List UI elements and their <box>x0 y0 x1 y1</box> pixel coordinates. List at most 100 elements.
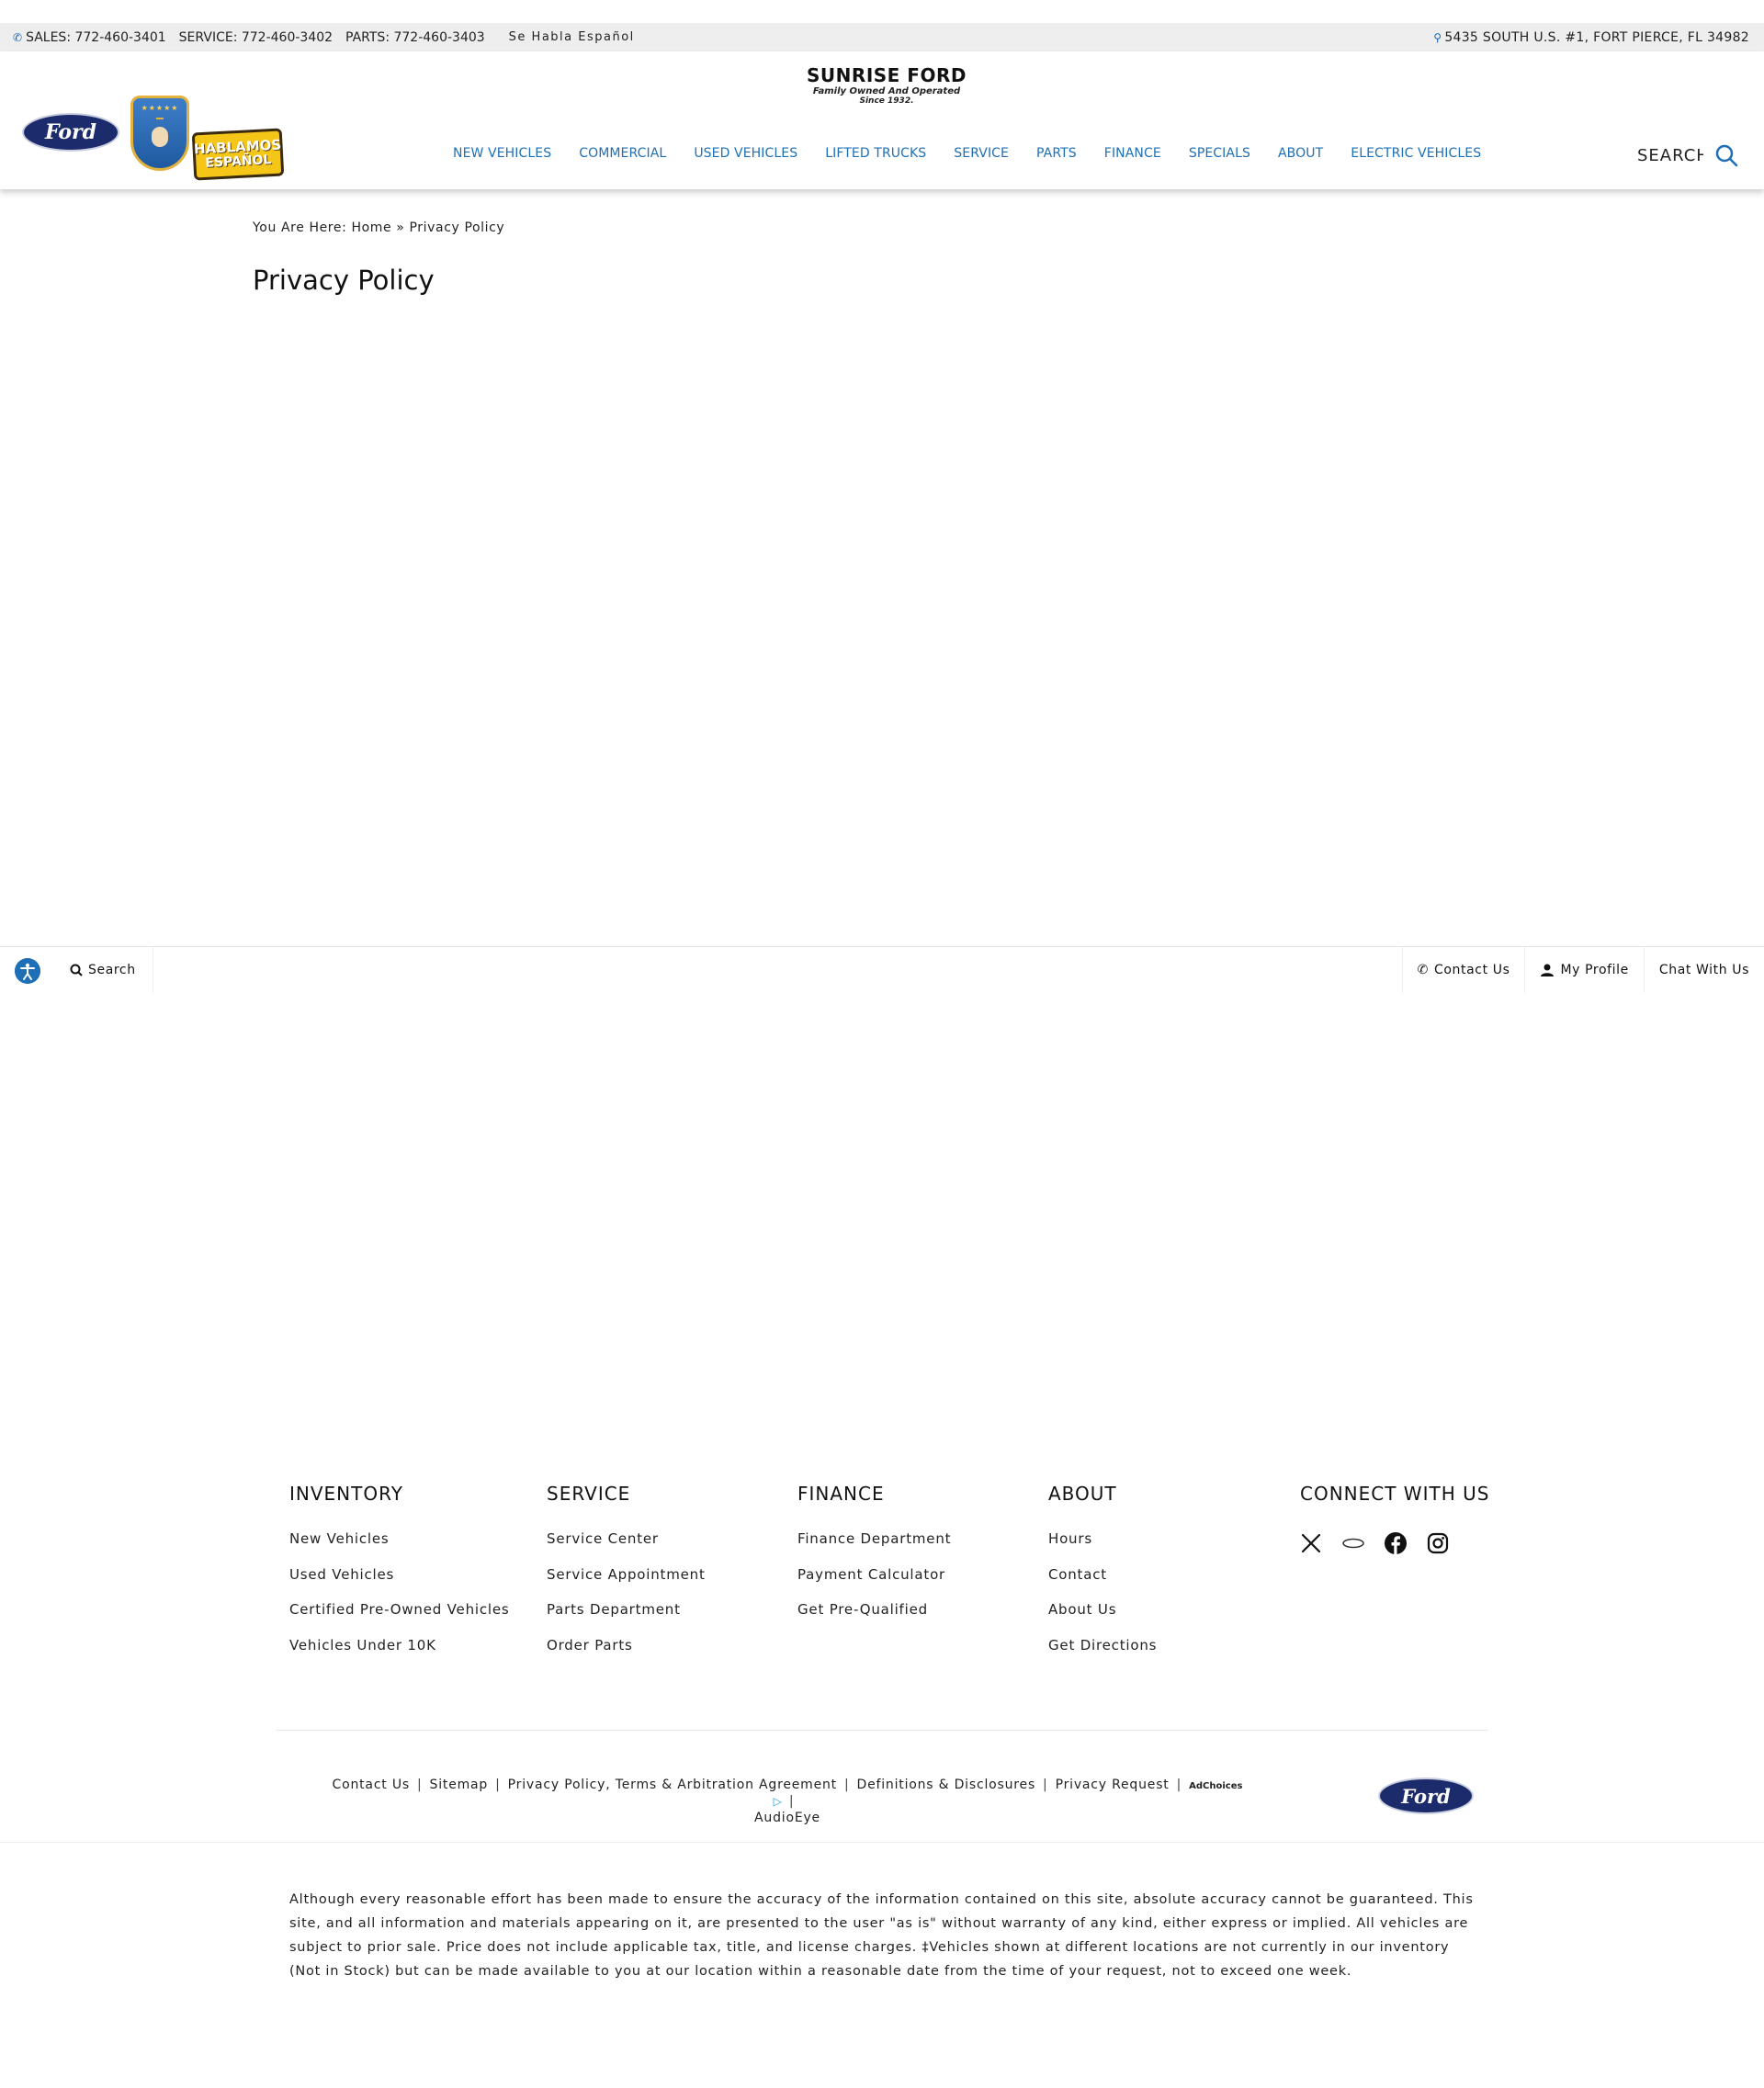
breadcrumb: You Are Here: Home » Privacy Policy <box>253 220 504 235</box>
footer-service-heading: SERVICE <box>547 1483 631 1505</box>
service-phone-link[interactable]: SERVICE: 772-460-3402 <box>179 30 333 45</box>
footer-inventory-heading: INVENTORY <box>289 1483 403 1505</box>
dealer-tagline: Family Owned And Operated <box>812 86 961 96</box>
site-header: Ford ★★★★★ HABLAMOS ESPAÑOL SUNRISE FORD… <box>0 51 1764 189</box>
dealer-name: SUNRISE FORD <box>807 64 967 86</box>
footer-divider <box>276 1730 1488 1731</box>
nav-service[interactable]: SERVICE <box>940 146 1023 161</box>
footer-inventory-column: INVENTORY New Vehicles Used Vehicles Cer… <box>289 1483 510 1672</box>
phone-icon: ✆ <box>1417 963 1430 977</box>
footer-service-column: SERVICE Service Center Service Appointme… <box>547 1483 706 1672</box>
nav-new-vehicles[interactable]: NEW VEHICLES <box>439 146 565 161</box>
separator: | <box>495 1778 501 1792</box>
legal-sitemap-link[interactable]: Sitemap <box>430 1778 489 1792</box>
dealer-since: Since 1932. <box>859 96 914 106</box>
sales-phone-link[interactable]: SALES: 772-460-3401 <box>26 30 166 45</box>
footer-link[interactable]: Payment Calculator <box>797 1566 951 1602</box>
footer-about-heading: ABOUT <box>1048 1483 1117 1505</box>
footer-link[interactable]: Finance Department <box>797 1530 951 1566</box>
legal-contact-link[interactable]: Contact Us <box>333 1778 410 1792</box>
legal-privacy-link[interactable]: Privacy Policy, Terms & Arbitration Agre… <box>508 1778 837 1792</box>
footer-ford-logo[interactable]: Ford <box>1378 1778 1474 1814</box>
sticky-search-button[interactable]: Search <box>53 947 153 993</box>
footer-link[interactable]: Vehicles Under 10K <box>289 1637 510 1673</box>
award-badge: ★★★★★ <box>130 96 189 171</box>
footer-link[interactable]: Certified Pre-Owned Vehicles <box>289 1601 510 1637</box>
legal-definitions-link[interactable]: Definitions & Disclosures <box>857 1778 1036 1792</box>
nav-finance[interactable]: FINANCE <box>1091 146 1175 161</box>
search-label: SEARCH <box>1637 145 1703 165</box>
address-text: 5435 SOUTH U.S. #1, FORT PIERCE, FL 3498… <box>1444 29 1749 45</box>
badge-ribbon <box>156 118 164 119</box>
star-icons: ★★★★★ <box>141 104 179 112</box>
legal-privacy-request-link[interactable]: Privacy Request <box>1056 1778 1170 1792</box>
nav-electric-vehicles[interactable]: ELECTRIC VEHICLES <box>1337 146 1495 161</box>
accessibility-icon[interactable] <box>15 958 40 984</box>
separator: | <box>788 1794 795 1809</box>
sticky-search-label: Search <box>88 963 136 977</box>
nav-lifted-trucks[interactable]: LIFTED TRUCKS <box>811 146 940 161</box>
instagram-icon[interactable] <box>1427 1532 1449 1554</box>
my-profile-button[interactable]: My Profile <box>1524 947 1643 993</box>
nav-commercial[interactable]: COMMERCIAL <box>565 146 680 161</box>
breadcrumb-current: Privacy Policy <box>409 220 505 235</box>
footer-finance-heading: FINANCE <box>797 1483 885 1505</box>
footer-finance-column: FINANCE Finance Department Payment Calcu… <box>797 1483 951 1637</box>
main-nav: NEW VEHICLES COMMERCIAL USED VEHICLES LI… <box>439 146 1495 161</box>
footer-link[interactable]: Used Vehicles <box>289 1566 510 1602</box>
dealerrater-icon[interactable] <box>1342 1532 1364 1554</box>
breadcrumb-prefix: You Are Here: <box>253 220 347 235</box>
hablamos-line2: ESPAÑOL <box>205 152 272 171</box>
footer-link[interactable]: Hours <box>1048 1530 1157 1566</box>
breadcrumb-separator: » <box>396 220 405 235</box>
phone-icon: ✆ <box>13 30 23 44</box>
nav-used-vehicles[interactable]: USED VEHICLES <box>680 146 811 161</box>
header-search[interactable]: SEARCH <box>1637 143 1738 167</box>
dealer-logo[interactable]: SUNRISE FORD Family Owned And Operated S… <box>790 64 983 106</box>
my-profile-label: My Profile <box>1560 963 1629 977</box>
separator: | <box>1043 1778 1048 1792</box>
se-habla-espanol-link[interactable]: Se Habla Español <box>509 30 635 44</box>
footer-link[interactable]: About Us <box>1048 1601 1157 1637</box>
search-icon <box>70 964 83 976</box>
footer-divider <box>0 1842 1764 1843</box>
contact-us-button[interactable]: ✆ Contact Us <box>1401 947 1525 993</box>
phone-numbers: ✆ SALES: 772-460-3401 SERVICE: 772-460-3… <box>13 30 648 45</box>
legal-links: Contact Us | Sitemap | Privacy Policy, Terms… <box>323 1778 1251 1825</box>
footer-link[interactable]: Service Appointment <box>547 1566 706 1602</box>
map-pin-icon: ⚲ <box>1433 30 1442 44</box>
breadcrumb-home[interactable]: Home <box>351 220 391 235</box>
footer-link[interactable]: New Vehicles <box>289 1530 510 1566</box>
separator: | <box>417 1778 423 1792</box>
nav-parts[interactable]: PARTS <box>1023 146 1091 161</box>
footer-link[interactable]: Get Directions <box>1048 1637 1157 1673</box>
footer-connect-heading: CONNECT WITH US <box>1300 1483 1490 1505</box>
footer-link[interactable]: Contact <box>1048 1566 1157 1602</box>
chat-with-us-button[interactable]: Chat With Us <box>1643 947 1764 993</box>
contact-us-label: Contact Us <box>1434 963 1510 977</box>
hablamos-espanol-badge: HABLAMOS ESPAÑOL <box>191 128 285 181</box>
adchoices-label: AdChoices <box>1189 1781 1243 1791</box>
footer-link[interactable]: Order Parts <box>547 1637 706 1673</box>
page-title: Privacy Policy <box>253 265 435 296</box>
footer-link[interactable]: Service Center <box>547 1530 706 1566</box>
mascot-icon <box>152 127 168 147</box>
footer-link[interactable]: Parts Department <box>547 1601 706 1637</box>
sticky-action-bar: Search ✆ Contact Us My Profile Chat With… <box>0 946 1764 993</box>
parts-phone-link[interactable]: PARTS: 772-460-3403 <box>345 30 485 45</box>
x-twitter-icon[interactable] <box>1300 1532 1322 1554</box>
nav-about[interactable]: ABOUT <box>1264 146 1337 161</box>
legal-audioeye-link[interactable]: AudioEye <box>754 1811 820 1825</box>
user-icon <box>1541 964 1555 976</box>
address-link[interactable]: ⚲ 5435 SOUTH U.S. #1, FORT PIERCE, FL 349… <box>1433 30 1749 45</box>
footer-link[interactable]: Get Pre-Qualified <box>797 1601 951 1637</box>
ford-logo[interactable]: Ford <box>22 113 119 152</box>
facebook-icon[interactable] <box>1385 1532 1407 1554</box>
nav-specials[interactable]: SPECIALS <box>1175 146 1264 161</box>
top-utility-bar: ✆ SALES: 772-460-3401 SERVICE: 772-460-3… <box>0 23 1764 51</box>
chat-with-us-label: Chat With Us <box>1658 963 1749 977</box>
social-links <box>1300 1532 1489 1554</box>
separator: | <box>1176 1778 1182 1792</box>
adchoices-icon: ▷ <box>773 1795 782 1808</box>
sticky-right-actions: ✆ Contact Us My Profile Chat With Us <box>1401 947 1764 993</box>
